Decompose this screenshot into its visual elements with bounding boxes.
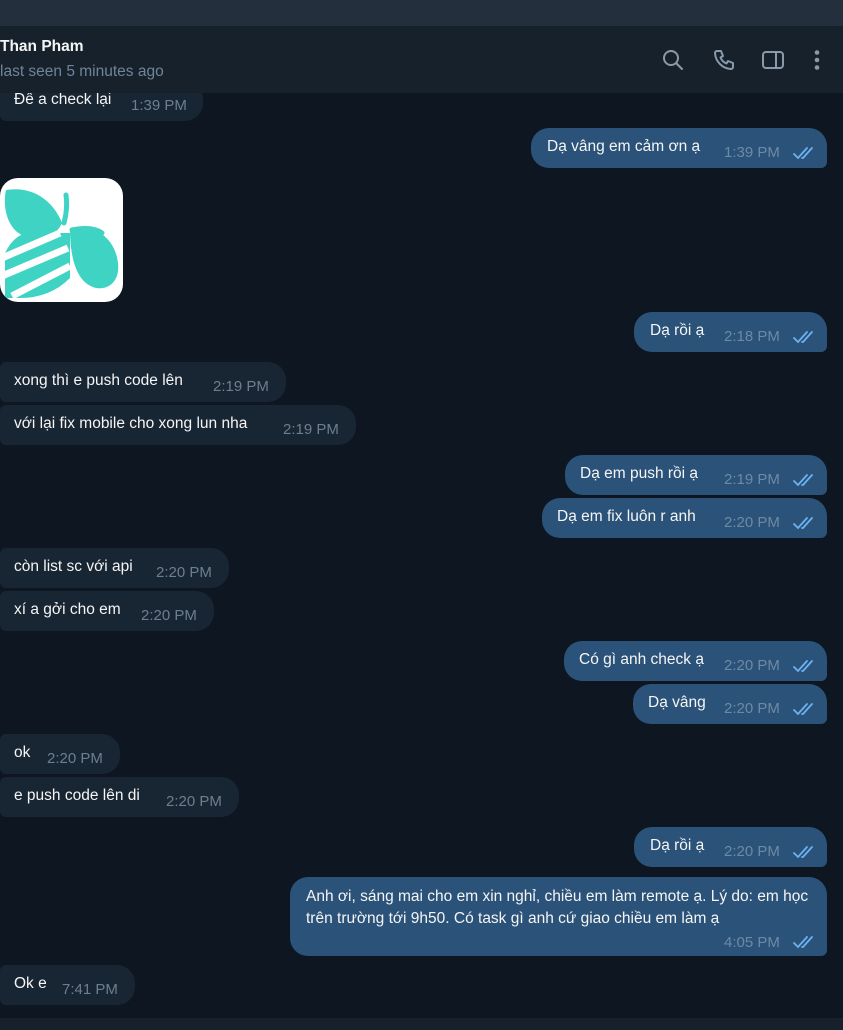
message-time: 2:20 PM <box>166 793 222 810</box>
read-ticks-icon <box>793 935 817 949</box>
read-ticks-icon <box>793 659 817 673</box>
window-top-strip <box>0 0 843 26</box>
message-text: Dạ vâng em cảm ơn ạ <box>547 138 701 155</box>
message-text: Dạ rồi ạ <box>650 322 705 339</box>
message-text: Dạ em push rồi ạ <box>580 465 699 482</box>
message-time: 1:39 PM <box>131 97 187 114</box>
message-text: với lại fix mobile cho xong lun nha <box>14 415 248 432</box>
message-incoming[interactable]: Ok e 7:41 PM <box>0 965 135 1005</box>
message-text: xí a gởi cho em <box>14 601 121 618</box>
message-outgoing[interactable]: Anh ơi, sáng mai cho em xin nghỉ, chiều … <box>290 877 827 956</box>
message-text: ok <box>14 744 31 761</box>
message-time: 2:20 PM <box>724 843 780 860</box>
message-text: Dạ vâng <box>648 694 706 711</box>
message-outgoing[interactable]: Dạ rồi ạ 2:20 PM <box>634 827 827 867</box>
read-ticks-icon <box>793 330 817 344</box>
message-text: e push code lên di <box>14 787 140 804</box>
message-text: Có gì anh check ạ <box>579 651 704 668</box>
sidebar-toggle-icon[interactable] <box>761 48 785 72</box>
read-ticks-icon <box>793 702 817 716</box>
message-outgoing[interactable]: Dạ em push rồi ạ 2:19 PM <box>565 455 827 495</box>
message-text: Ok e <box>14 975 47 992</box>
message-incoming[interactable]: với lại fix mobile cho xong lun nha 2:19… <box>0 405 356 445</box>
message-text: Dạ em fix luôn r anh <box>557 508 696 525</box>
sticker-bee-logo[interactable] <box>0 178 123 302</box>
message-time: 2:20 PM <box>724 700 780 717</box>
message-outgoing[interactable]: Có gì anh check ạ 2:20 PM <box>564 641 827 681</box>
message-incoming[interactable]: xí a gởi cho em 2:20 PM <box>0 591 214 631</box>
message-outgoing[interactable]: Dạ rồi ạ 2:18 PM <box>634 312 827 352</box>
phone-icon[interactable] <box>712 48 736 72</box>
message-text: xong thì e push code lên <box>14 372 183 389</box>
contact-last-seen: last seen 5 minutes ago <box>0 63 164 80</box>
message-text: còn list sc với api <box>14 558 133 575</box>
message-list[interactable]: Để a check lại 1:39 PM Dạ vâng em cảm ơn… <box>0 93 843 1018</box>
message-time: 2:19 PM <box>213 378 269 395</box>
message-time: 2:19 PM <box>283 421 339 438</box>
more-vertical-icon[interactable] <box>805 48 829 72</box>
message-outgoing[interactable]: Dạ em fix luôn r anh 2:20 PM <box>542 498 827 538</box>
message-incoming[interactable]: e push code lên di 2:20 PM <box>0 777 239 817</box>
message-incoming[interactable]: còn list sc với api 2:20 PM <box>0 548 229 588</box>
message-time: 2:20 PM <box>141 607 197 624</box>
message-incoming[interactable]: xong thì e push code lên 2:19 PM <box>0 362 286 402</box>
search-icon[interactable] <box>661 48 685 72</box>
message-text: Anh ơi, sáng mai cho em xin nghỉ, chiều … <box>306 888 809 927</box>
message-outgoing[interactable]: Dạ vâng 2:20 PM <box>633 684 827 724</box>
read-ticks-icon <box>793 516 817 530</box>
read-ticks-icon <box>793 473 817 487</box>
message-time: 2:20 PM <box>724 657 780 674</box>
chat-header: Than Pham last seen 5 minutes ago <box>0 26 843 93</box>
read-ticks-icon <box>793 146 817 160</box>
message-time: 2:18 PM <box>724 328 780 345</box>
message-outgoing[interactable]: Dạ vâng em cảm ơn ạ 1:39 PM <box>531 128 827 168</box>
message-text: Dạ rồi ạ <box>650 837 705 854</box>
message-time: 7:41 PM <box>62 981 118 998</box>
contact-name[interactable]: Than Pham <box>0 38 84 56</box>
message-incoming[interactable]: ok 2:20 PM <box>0 734 120 774</box>
read-ticks-icon <box>793 845 817 859</box>
message-incoming[interactable]: Để a check lại 1:39 PM <box>0 93 203 121</box>
message-time: 2:20 PM <box>724 514 780 531</box>
message-time: 2:19 PM <box>724 471 780 488</box>
message-time: 1:39 PM <box>724 144 780 161</box>
message-text: Để a check lại <box>14 93 112 108</box>
message-time: 4:05 PM <box>724 934 780 951</box>
message-time: 2:20 PM <box>156 564 212 581</box>
composer-bar[interactable] <box>0 1018 843 1030</box>
message-time: 2:20 PM <box>47 750 103 767</box>
